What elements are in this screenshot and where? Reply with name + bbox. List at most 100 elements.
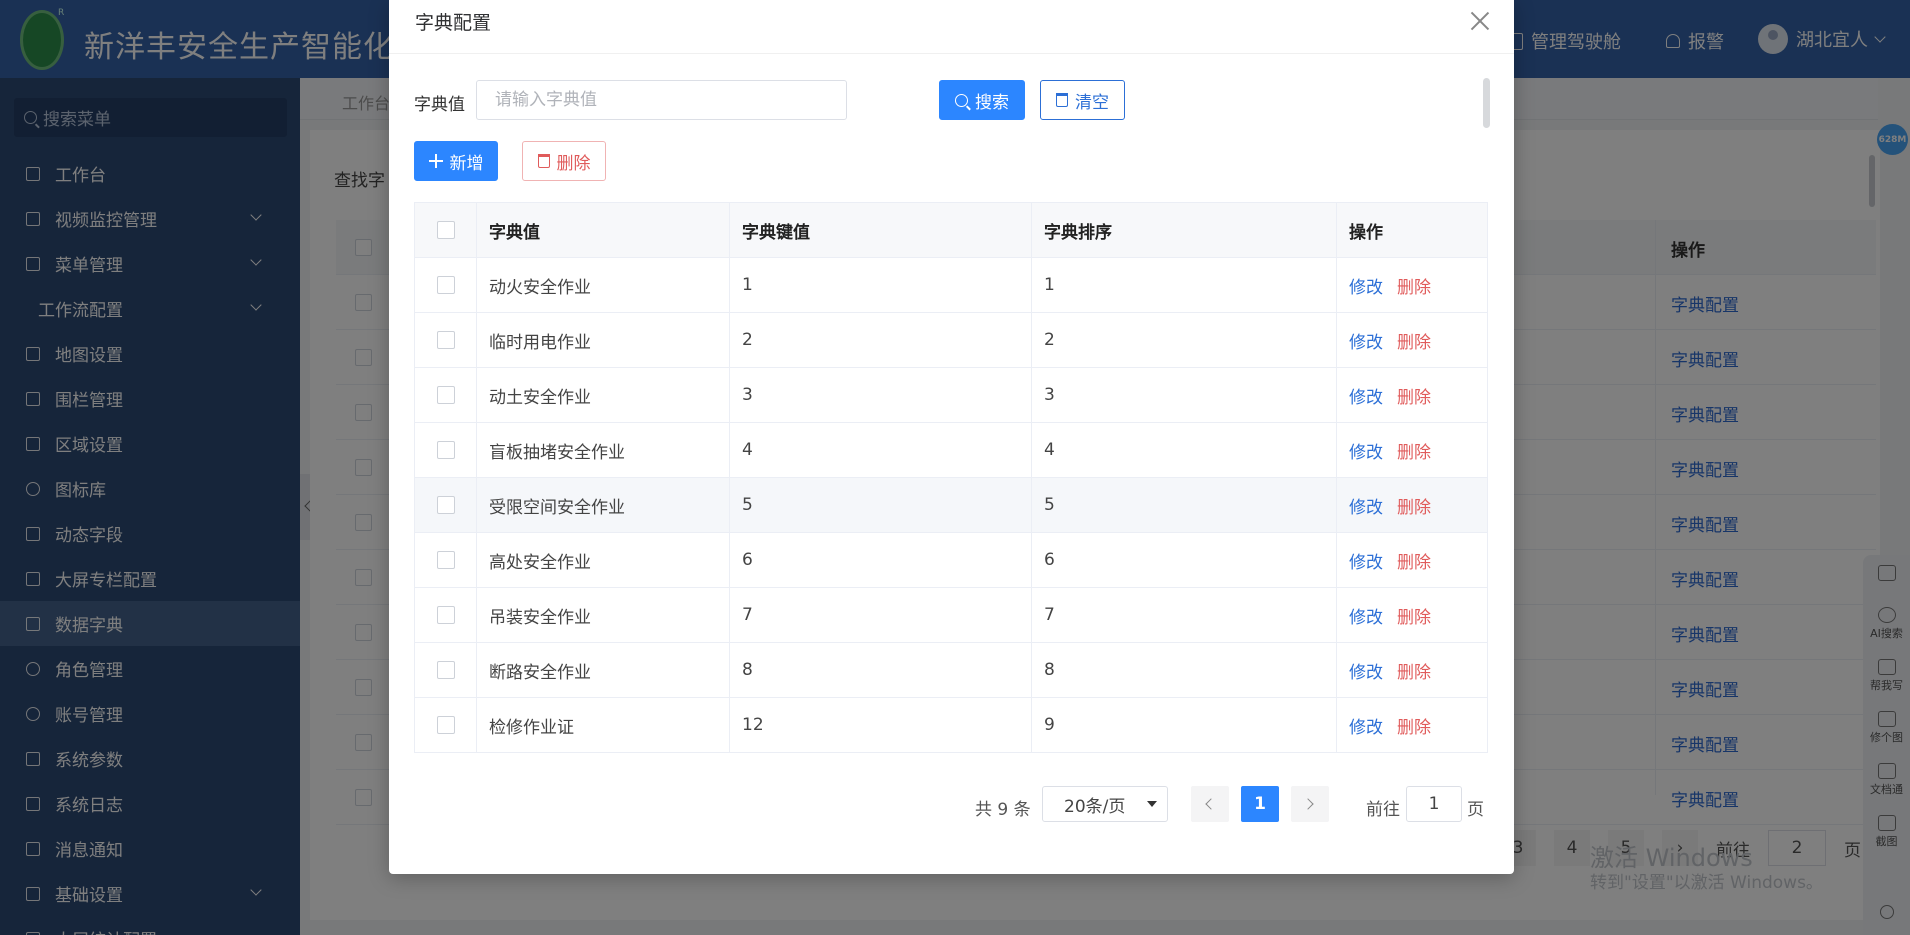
goto-unit: 页 [1467,800,1484,820]
search-button-label: 搜索 [975,92,1009,113]
plus-icon [428,154,443,168]
cell-value: 动火安全作业 [476,257,730,313]
caret-down-icon [1147,801,1157,807]
table-row: 高处安全作业 6 6 修改 删除 [414,532,1488,588]
row-checkbox-cell [414,532,477,588]
row-checkbox[interactable] [436,606,455,624]
row-checkbox-cell [414,367,477,423]
cell-value: 检修作业证 [476,697,730,753]
cell-value: 高处安全作业 [476,532,730,588]
pagination-total: 共 9 条 [975,800,1031,820]
column-dict-sort: 字典排序 [1031,202,1337,258]
row-checkbox[interactable] [436,441,455,459]
cell-ops: 修改 删除 [1336,257,1488,313]
edit-link[interactable]: 修改 [1349,278,1383,298]
cell-ops: 修改 删除 [1336,697,1488,753]
dialog-title: 字典配置 [415,12,492,34]
edit-link[interactable]: 修改 [1349,663,1383,683]
edit-link[interactable]: 修改 [1349,718,1383,738]
cell-value: 断路安全作业 [476,642,730,698]
add-button-label: 新增 [449,153,484,174]
cell-sort: 8 [1031,642,1337,698]
row-checkbox-cell [414,477,477,533]
dictionary-config-dialog: 字典配置 字典值 搜索 清空 新增 删除 字典值 字典键值 字典排序 操作 [389,0,1514,874]
row-checkbox[interactable] [436,551,455,569]
row-checkbox[interactable] [436,661,455,679]
cell-key: 1 [729,257,1032,313]
row-checkbox[interactable] [436,276,455,294]
prev-page-button[interactable] [1191,786,1229,822]
table-row: 断路安全作业 8 8 修改 删除 [414,642,1488,698]
delete-link[interactable]: 删除 [1397,278,1431,298]
table-row: 吊装安全作业 7 7 修改 删除 [414,587,1488,643]
table-row: 盲板抽堵安全作业 4 4 修改 删除 [414,422,1488,478]
cell-key: 5 [729,477,1032,533]
dialog-scrollbar[interactable] [1483,78,1490,128]
cell-value: 临时用电作业 [476,312,730,368]
cell-sort: 5 [1031,477,1337,533]
delete-link[interactable]: 删除 [1397,663,1431,683]
delete-link[interactable]: 删除 [1397,718,1431,738]
close-icon[interactable] [1470,10,1490,30]
cell-value: 吊装安全作业 [476,587,730,643]
trash-icon [1056,93,1068,107]
cell-sort: 1 [1031,257,1337,313]
edit-link[interactable]: 修改 [1349,608,1383,628]
table-row: 动土安全作业 3 3 修改 删除 [414,367,1488,423]
cell-key: 7 [729,587,1032,643]
delete-link[interactable]: 删除 [1397,498,1431,518]
column-dict-value: 字典值 [476,202,730,258]
page-1-button[interactable]: 1 [1241,786,1279,822]
cell-ops: 修改 删除 [1336,587,1488,643]
cell-key: 12 [729,697,1032,753]
clear-button[interactable]: 清空 [1040,80,1125,120]
page-size-value: 20条/页 [1064,796,1126,817]
goto-page-input[interactable] [1406,786,1462,822]
dict-items-table: 字典值 字典键值 字典排序 操作 动火安全作业 1 1 修改 删除 临时用电作业 … [414,202,1488,753]
cell-sort: 7 [1031,587,1337,643]
clear-button-label: 清空 [1075,92,1109,113]
delete-link[interactable]: 删除 [1397,443,1431,463]
search-icon [955,93,968,107]
cell-ops: 修改 删除 [1336,422,1488,478]
cell-key: 6 [729,532,1032,588]
table-row: 动火安全作业 1 1 修改 删除 [414,257,1488,313]
delete-link[interactable]: 删除 [1397,333,1431,353]
delete-link[interactable]: 删除 [1397,608,1431,628]
table-row: 临时用电作业 2 2 修改 删除 [414,312,1488,368]
divider [389,53,1514,54]
page-size-select[interactable]: 20条/页 [1042,786,1168,822]
row-checkbox-cell [414,697,477,753]
trash-icon [537,154,550,168]
row-checkbox[interactable] [436,496,455,514]
edit-link[interactable]: 修改 [1349,388,1383,408]
edit-link[interactable]: 修改 [1349,553,1383,573]
edit-link[interactable]: 修改 [1349,498,1383,518]
row-checkbox[interactable] [436,331,455,349]
table-row: 受限空间安全作业 5 5 修改 删除 [414,477,1488,533]
row-checkbox[interactable] [436,716,455,734]
delete-button[interactable]: 删除 [522,141,606,181]
delete-link[interactable]: 删除 [1397,388,1431,408]
column-dict-key: 字典键值 [729,202,1032,258]
search-button[interactable]: 搜索 [939,80,1025,120]
select-all-checkbox[interactable] [436,221,455,239]
row-checkbox-cell [414,312,477,368]
dict-value-label: 字典值 [414,95,465,115]
edit-link[interactable]: 修改 [1349,333,1383,353]
cell-sort: 9 [1031,697,1337,753]
dict-value-input[interactable] [476,80,847,120]
row-checkbox-cell [414,422,477,478]
delete-link[interactable]: 删除 [1397,553,1431,573]
table-header: 字典值 字典键值 字典排序 操作 [414,202,1488,258]
cell-sort: 3 [1031,367,1337,423]
cell-value: 盲板抽堵安全作业 [476,422,730,478]
add-button[interactable]: 新增 [414,141,498,181]
edit-link[interactable]: 修改 [1349,443,1383,463]
cell-ops: 修改 删除 [1336,312,1488,368]
goto-label: 前往 [1366,800,1400,820]
next-page-button[interactable] [1291,786,1329,822]
row-checkbox[interactable] [436,386,455,404]
row-checkbox-cell [414,587,477,643]
cell-sort: 4 [1031,422,1337,478]
